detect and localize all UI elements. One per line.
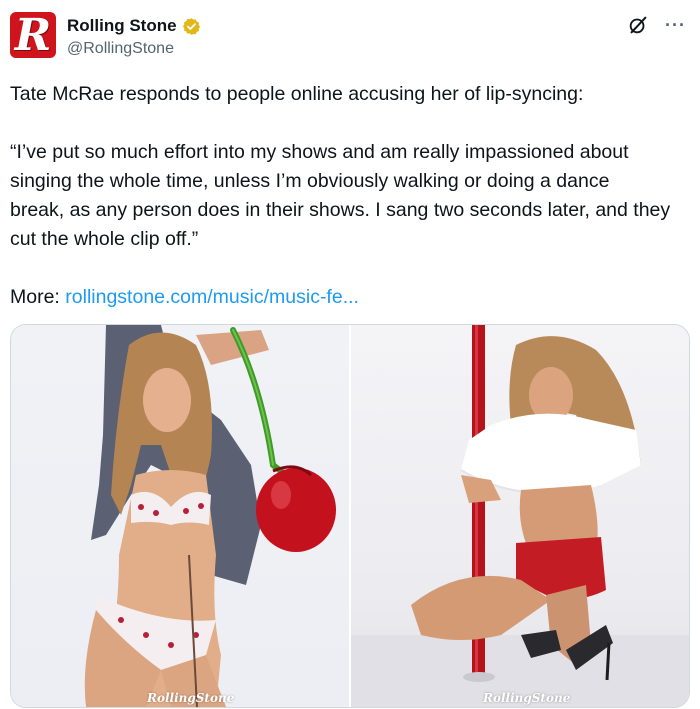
more-label: More: <box>10 286 60 308</box>
grok-icon[interactable] <box>627 14 649 36</box>
photo-right-watermark: RollingStone <box>483 691 571 705</box>
display-name[interactable]: Rolling Stone <box>67 16 177 36</box>
tweet-quote-line-2: singing the whole time, unless I’m obvio… <box>10 170 610 192</box>
verified-badge-icon[interactable] <box>182 17 201 36</box>
avatar[interactable]: R <box>10 12 56 58</box>
tweet-card: R Rolling Stone @RollingStone ··· Tate M… <box>0 0 700 709</box>
photo-right[interactable]: RollingStone <box>351 325 689 707</box>
avatar-logo-letter: R <box>14 12 52 58</box>
author-name-row: Rolling Stone <box>67 15 201 37</box>
photo-left[interactable]: RollingStone <box>11 325 349 707</box>
tweet-quote-line-4: cut the whole clip off.” <box>10 228 199 250</box>
more-options-icon[interactable]: ··· <box>665 15 686 35</box>
author-handle[interactable]: @RollingStone <box>67 40 174 58</box>
tweet-body: Tate McRae responds to people online acc… <box>10 80 694 312</box>
header-actions: ··· <box>627 14 686 36</box>
article-link[interactable]: rollingstone.com/music/music-fe... <box>65 286 359 308</box>
media-grid: RollingStone RollingStone <box>10 324 690 708</box>
tweet-line-intro: Tate McRae responds to people online acc… <box>10 83 584 105</box>
tweet-more-line: More: rollingstone.com/music/music-fe... <box>10 283 694 312</box>
photo-left-watermark: RollingStone <box>147 691 235 705</box>
tweet-quote-line-1: “I’ve put so much effort into my shows a… <box>10 141 629 163</box>
tweet-quote-line-3: break, as any person does in their shows… <box>10 199 671 221</box>
